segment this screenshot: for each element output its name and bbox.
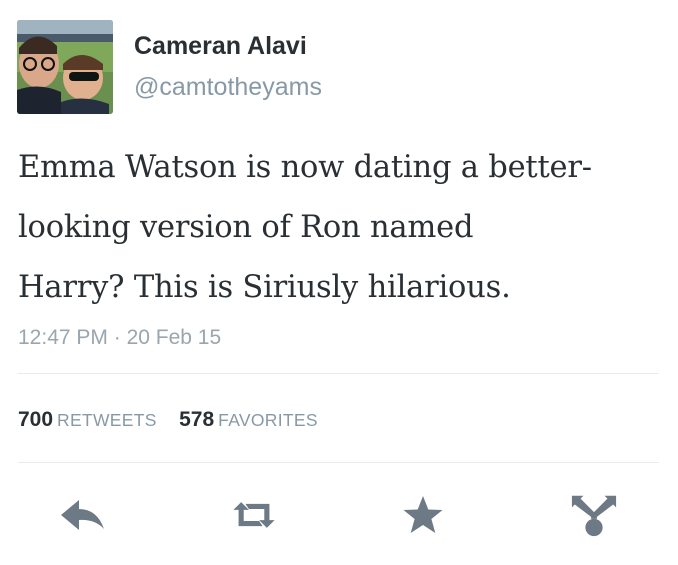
- tweet-date: 20 Feb 15: [126, 326, 222, 349]
- tweet-text-line: Harry? This is Siriusly hilarious.: [18, 270, 511, 305]
- favorites-label: FAVORITES: [218, 410, 318, 430]
- favorites-count: 578: [179, 408, 215, 431]
- favorites-stat[interactable]: 578 FAVORITES: [179, 408, 318, 432]
- tweet-text-line: Emma Watson is now dating a better-: [18, 150, 592, 185]
- reply-button[interactable]: [59, 491, 107, 539]
- star-icon: [403, 496, 443, 533]
- favorite-button[interactable]: [399, 491, 447, 539]
- retweets-stat[interactable]: 700 RETWEETS: [18, 408, 157, 432]
- tweet-text: Emma Watson is now dating a better- look…: [18, 138, 663, 318]
- retweets-label: RETWEETS: [57, 410, 157, 430]
- retweet-icon: [233, 502, 275, 528]
- user-handle[interactable]: @camtotheyams: [134, 73, 322, 102]
- display-name[interactable]: Cameran Alavi: [134, 32, 307, 61]
- tweet-stats: 700 RETWEETS 578 FAVORITES: [18, 408, 336, 432]
- divider: [18, 462, 659, 463]
- retweet-button[interactable]: [230, 491, 278, 539]
- timestamp-separator: ·: [113, 326, 121, 349]
- profile-photo-icon: [17, 20, 113, 114]
- share-button[interactable]: [570, 491, 618, 539]
- tweet-card: Cameran Alavi @camtotheyams Emma Watson …: [0, 0, 678, 565]
- retweets-count: 700: [18, 408, 54, 431]
- divider: [18, 373, 659, 374]
- tweet-timestamp[interactable]: 12:47 PM · 20 Feb 15: [18, 326, 221, 350]
- tweet-time: 12:47 PM: [18, 326, 108, 349]
- reply-icon: [61, 500, 104, 530]
- user-avatar[interactable]: [17, 20, 113, 114]
- share-icon: [571, 495, 617, 537]
- tweet-text-line: looking version of Ron named: [18, 210, 474, 245]
